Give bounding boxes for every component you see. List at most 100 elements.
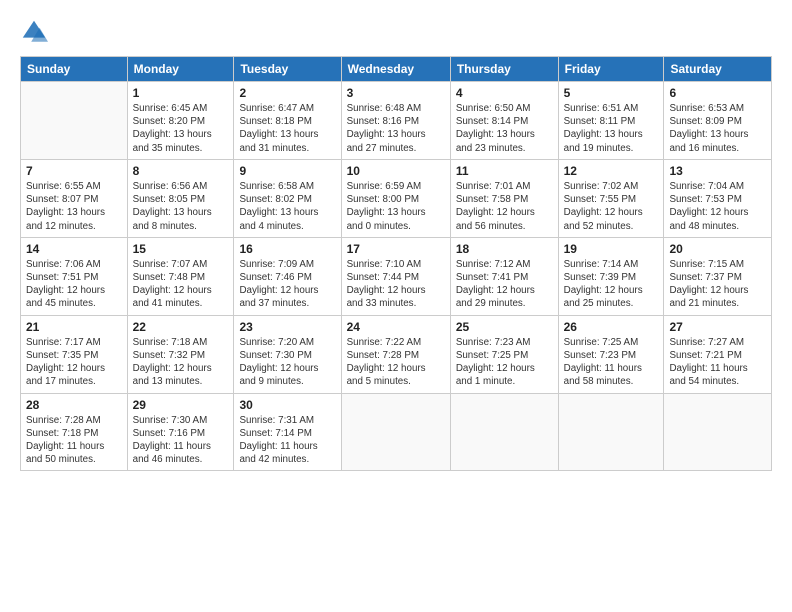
- calendar-cell: 30 Sunrise: 7:31 AM Sunset: 7:14 PM Dayli…: [234, 393, 341, 471]
- day-info: Sunrise: 7:17 AM Sunset: 7:35 PM Dayligh…: [26, 336, 122, 389]
- day-info: Sunrise: 7:23 AM Sunset: 7:25 PM Dayligh…: [456, 336, 553, 389]
- day-number: 18: [456, 242, 553, 256]
- calendar-cell: 13 Sunrise: 7:04 AM Sunset: 7:53 PM Dayli…: [664, 159, 772, 237]
- day-number: 3: [347, 86, 445, 100]
- calendar-cell: [341, 393, 450, 471]
- day-info: Sunrise: 7:07 AM Sunset: 7:48 PM Dayligh…: [133, 258, 229, 311]
- day-number: 19: [564, 242, 659, 256]
- day-number: 26: [564, 320, 659, 334]
- day-info: Sunrise: 7:30 AM Sunset: 7:16 PM Dayligh…: [133, 414, 229, 467]
- week-row-2: 7 Sunrise: 6:55 AM Sunset: 8:07 PM Daylig…: [21, 159, 772, 237]
- day-info: Sunrise: 6:58 AM Sunset: 8:02 PM Dayligh…: [239, 180, 335, 233]
- weekday-header-thursday: Thursday: [450, 57, 558, 82]
- calendar-cell: [450, 393, 558, 471]
- day-info: Sunrise: 7:10 AM Sunset: 7:44 PM Dayligh…: [347, 258, 445, 311]
- calendar-cell: 5Sunrise: 6:51 AM Sunset: 8:11 PM Daylig…: [558, 82, 664, 160]
- day-info: Sunrise: 7:28 AM Sunset: 7:18 PM Dayligh…: [26, 414, 122, 467]
- calendar-cell: [664, 393, 772, 471]
- calendar-cell: 2Sunrise: 6:47 AM Sunset: 8:18 PM Daylig…: [234, 82, 341, 160]
- calendar-cell: 24Sunrise: 7:22 AM Sunset: 7:28 PM Dayli…: [341, 315, 450, 393]
- calendar-cell: [21, 82, 128, 160]
- day-info: Sunrise: 6:56 AM Sunset: 8:05 PM Dayligh…: [133, 180, 229, 233]
- day-number: 21: [26, 320, 122, 334]
- calendar-cell: 11 Sunrise: 7:01 AM Sunset: 7:58 PM Dayli…: [450, 159, 558, 237]
- weekday-header-monday: Monday: [127, 57, 234, 82]
- day-number: 30: [239, 398, 335, 412]
- day-info: Sunrise: 7:04 AM Sunset: 7:53 PM Dayligh…: [669, 180, 766, 233]
- day-number: 9: [239, 164, 335, 178]
- calendar-cell: 23 Sunrise: 7:20 AM Sunset: 7:30 PM Dayli…: [234, 315, 341, 393]
- calendar-cell: 25 Sunrise: 7:23 AM Sunset: 7:25 PM Dayli…: [450, 315, 558, 393]
- day-info: Sunrise: 7:12 AM Sunset: 7:41 PM Dayligh…: [456, 258, 553, 311]
- day-info: Sunrise: 7:01 AM Sunset: 7:58 PM Dayligh…: [456, 180, 553, 233]
- day-info: Sunrise: 6:48 AM Sunset: 8:16 PM Dayligh…: [347, 102, 445, 155]
- calendar-cell: 15Sunrise: 7:07 AM Sunset: 7:48 PM Dayli…: [127, 237, 234, 315]
- calendar-cell: 1 Sunrise: 6:45 AM Sunset: 8:20 PM Daylig…: [127, 82, 234, 160]
- day-number: 1: [133, 86, 229, 100]
- calendar-cell: 16 Sunrise: 7:09 AM Sunset: 7:46 PM Dayli…: [234, 237, 341, 315]
- day-info: Sunrise: 7:02 AM Sunset: 7:55 PM Dayligh…: [564, 180, 659, 233]
- calendar-cell: 27Sunrise: 7:27 AM Sunset: 7:21 PM Dayli…: [664, 315, 772, 393]
- day-info: Sunrise: 6:59 AM Sunset: 8:00 PM Dayligh…: [347, 180, 445, 233]
- day-info: Sunrise: 7:22 AM Sunset: 7:28 PM Dayligh…: [347, 336, 445, 389]
- calendar-cell: 8Sunrise: 6:56 AM Sunset: 8:05 PM Daylig…: [127, 159, 234, 237]
- calendar-cell: 4 Sunrise: 6:50 AM Sunset: 8:14 PM Daylig…: [450, 82, 558, 160]
- day-info: Sunrise: 6:53 AM Sunset: 8:09 PM Dayligh…: [669, 102, 766, 155]
- weekday-header-row: SundayMondayTuesdayWednesdayThursdayFrid…: [21, 57, 772, 82]
- day-number: 10: [347, 164, 445, 178]
- weekday-header-sunday: Sunday: [21, 57, 128, 82]
- day-info: Sunrise: 7:09 AM Sunset: 7:46 PM Dayligh…: [239, 258, 335, 311]
- day-info: Sunrise: 6:50 AM Sunset: 8:14 PM Dayligh…: [456, 102, 553, 155]
- page: SundayMondayTuesdayWednesdayThursdayFrid…: [0, 0, 792, 612]
- calendar-cell: 3 Sunrise: 6:48 AM Sunset: 8:16 PM Daylig…: [341, 82, 450, 160]
- calendar-cell: 9 Sunrise: 6:58 AM Sunset: 8:02 PM Daylig…: [234, 159, 341, 237]
- calendar-table: SundayMondayTuesdayWednesdayThursdayFrid…: [20, 56, 772, 471]
- calendar-cell: 12 Sunrise: 7:02 AM Sunset: 7:55 PM Dayli…: [558, 159, 664, 237]
- day-info: Sunrise: 6:55 AM Sunset: 8:07 PM Dayligh…: [26, 180, 122, 233]
- day-number: 27: [669, 320, 766, 334]
- week-row-5: 28 Sunrise: 7:28 AM Sunset: 7:18 PM Dayli…: [21, 393, 772, 471]
- day-info: Sunrise: 7:31 AM Sunset: 7:14 PM Dayligh…: [239, 414, 335, 467]
- day-info: Sunrise: 7:06 AM Sunset: 7:51 PM Dayligh…: [26, 258, 122, 311]
- weekday-header-tuesday: Tuesday: [234, 57, 341, 82]
- day-info: Sunrise: 7:20 AM Sunset: 7:30 PM Dayligh…: [239, 336, 335, 389]
- calendar-cell: 6Sunrise: 6:53 AM Sunset: 8:09 PM Daylig…: [664, 82, 772, 160]
- day-info: Sunrise: 7:18 AM Sunset: 7:32 PM Dayligh…: [133, 336, 229, 389]
- weekday-header-wednesday: Wednesday: [341, 57, 450, 82]
- week-row-3: 14 Sunrise: 7:06 AM Sunset: 7:51 PM Dayli…: [21, 237, 772, 315]
- calendar-cell: 19Sunrise: 7:14 AM Sunset: 7:39 PM Dayli…: [558, 237, 664, 315]
- calendar-cell: 20 Sunrise: 7:15 AM Sunset: 7:37 PM Dayli…: [664, 237, 772, 315]
- calendar-cell: 7 Sunrise: 6:55 AM Sunset: 8:07 PM Daylig…: [21, 159, 128, 237]
- calendar-cell: 10 Sunrise: 6:59 AM Sunset: 8:00 PM Dayli…: [341, 159, 450, 237]
- day-number: 17: [347, 242, 445, 256]
- day-number: 12: [564, 164, 659, 178]
- day-number: 22: [133, 320, 229, 334]
- day-info: Sunrise: 6:51 AM Sunset: 8:11 PM Dayligh…: [564, 102, 659, 155]
- week-row-1: 1 Sunrise: 6:45 AM Sunset: 8:20 PM Daylig…: [21, 82, 772, 160]
- day-info: Sunrise: 7:15 AM Sunset: 7:37 PM Dayligh…: [669, 258, 766, 311]
- day-number: 16: [239, 242, 335, 256]
- day-number: 28: [26, 398, 122, 412]
- calendar-cell: 26 Sunrise: 7:25 AM Sunset: 7:23 PM Dayli…: [558, 315, 664, 393]
- day-number: 14: [26, 242, 122, 256]
- day-info: Sunrise: 6:45 AM Sunset: 8:20 PM Dayligh…: [133, 102, 229, 155]
- day-number: 13: [669, 164, 766, 178]
- day-number: 20: [669, 242, 766, 256]
- calendar-cell: [558, 393, 664, 471]
- day-info: Sunrise: 7:25 AM Sunset: 7:23 PM Dayligh…: [564, 336, 659, 389]
- header: [20, 18, 772, 46]
- calendar-cell: 17 Sunrise: 7:10 AM Sunset: 7:44 PM Dayli…: [341, 237, 450, 315]
- day-number: 11: [456, 164, 553, 178]
- day-number: 7: [26, 164, 122, 178]
- day-number: 23: [239, 320, 335, 334]
- day-number: 4: [456, 86, 553, 100]
- calendar-cell: 18 Sunrise: 7:12 AM Sunset: 7:41 PM Dayli…: [450, 237, 558, 315]
- day-number: 25: [456, 320, 553, 334]
- day-number: 29: [133, 398, 229, 412]
- logo-icon: [20, 18, 48, 46]
- logo: [20, 18, 52, 46]
- calendar-cell: 14 Sunrise: 7:06 AM Sunset: 7:51 PM Dayli…: [21, 237, 128, 315]
- day-number: 2: [239, 86, 335, 100]
- calendar-cell: 21 Sunrise: 7:17 AM Sunset: 7:35 PM Dayli…: [21, 315, 128, 393]
- calendar-cell: 22 Sunrise: 7:18 AM Sunset: 7:32 PM Dayli…: [127, 315, 234, 393]
